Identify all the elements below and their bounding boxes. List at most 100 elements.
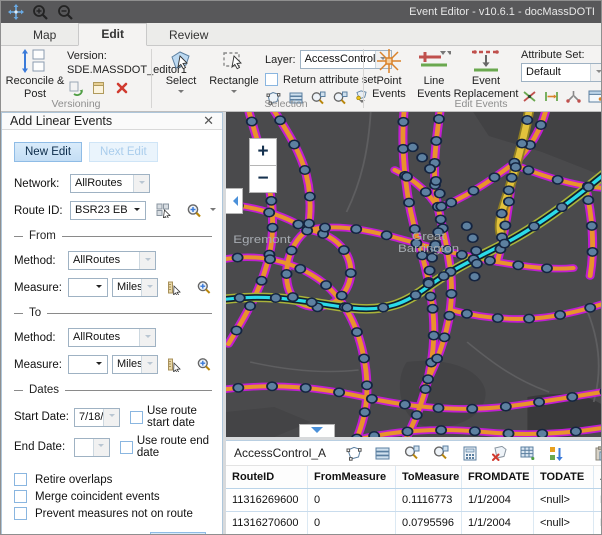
map-canvas[interactable]: Egremont Great Barrington + − bbox=[226, 112, 602, 437]
attribute-window-icon[interactable] bbox=[587, 88, 602, 104]
to-zoom-icon[interactable] bbox=[196, 357, 212, 373]
measure-offset-icon[interactable] bbox=[543, 88, 560, 104]
use-route-start-date-checkbox[interactable] bbox=[130, 411, 143, 424]
return-attribute-set-checkbox[interactable] bbox=[265, 73, 278, 86]
from-measure-dropdown[interactable] bbox=[68, 278, 108, 297]
table-pan-to-selected-icon[interactable] bbox=[431, 444, 450, 462]
col-routeid[interactable]: RouteID bbox=[226, 466, 308, 488]
new-version-icon[interactable] bbox=[90, 80, 107, 96]
title-bar: Event Editor - v10.6.1 - docMassDOTI bbox=[1, 1, 601, 23]
zoom-out-icon[interactable] bbox=[57, 4, 74, 21]
line-events-button[interactable]: Line Events bbox=[413, 48, 455, 100]
table-sort-icon[interactable] bbox=[547, 444, 566, 462]
ribbon-edit: Reconcile & Post Version: SDE.MASSDOT_ed… bbox=[1, 46, 601, 112]
event-replacement-icon bbox=[469, 48, 503, 74]
table-zoom-to-selected-icon[interactable] bbox=[402, 444, 421, 462]
to-measure-on-map-icon[interactable] bbox=[167, 357, 182, 373]
cell-frommeasure-2: 0 bbox=[308, 512, 396, 534]
tab-review[interactable]: Review bbox=[147, 25, 230, 46]
col-tomeasure[interactable]: ToMeasure bbox=[396, 466, 462, 488]
from-measure-caret-icon bbox=[91, 279, 107, 296]
reconcile-post-button[interactable]: Reconcile & Post bbox=[5, 48, 65, 100]
zoom-to-route-icon[interactable] bbox=[186, 203, 203, 219]
retire-overlaps-checkbox[interactable] bbox=[14, 473, 27, 486]
layer-label: Layer: bbox=[265, 54, 296, 66]
route-id-dropdown[interactable]: BSR23 EB bbox=[70, 201, 146, 220]
delete-version-icon[interactable] bbox=[113, 80, 130, 96]
select-label: Select bbox=[166, 75, 197, 88]
attribute-set-label: Attribute Set: bbox=[521, 49, 585, 61]
cell-routeid-1: 11316269600 bbox=[226, 489, 308, 511]
from-method-dropdown[interactable]: AllRoutes bbox=[68, 251, 156, 270]
zoom-options-caret-icon[interactable] bbox=[210, 208, 216, 214]
collapse-left-icon bbox=[228, 196, 238, 206]
col-fromdate[interactable]: FROMDATE bbox=[462, 466, 534, 488]
from-units-dropdown[interactable]: Miles bbox=[112, 278, 158, 297]
collapse-table-button[interactable] bbox=[299, 424, 335, 437]
end-date-dropdown[interactable] bbox=[74, 438, 110, 457]
to-units-dropdown[interactable]: Miles bbox=[112, 355, 158, 374]
next-edit-button[interactable]: Next Edit bbox=[89, 142, 158, 162]
route-id-label: Route ID: bbox=[14, 205, 66, 217]
rectangle-button[interactable]: Rectangle bbox=[207, 48, 261, 96]
to-method-caret-icon bbox=[139, 329, 155, 346]
network-dropdown[interactable]: AllRoutes bbox=[70, 174, 150, 193]
merge-coincident-events-checkbox[interactable] bbox=[14, 490, 27, 503]
select-route-on-map-icon[interactable] bbox=[156, 203, 172, 219]
prevent-measures-checkbox[interactable] bbox=[14, 507, 27, 520]
table-show-all-icon[interactable] bbox=[373, 444, 392, 462]
select-caret-icon bbox=[178, 90, 184, 96]
collapse-panel-button[interactable] bbox=[226, 188, 243, 214]
use-route-start-date-label: Use route start date bbox=[147, 405, 212, 429]
map-zoom-out-button[interactable]: − bbox=[249, 165, 277, 193]
to-method-dropdown[interactable]: AllRoutes bbox=[68, 328, 156, 347]
dates-section-label: Dates bbox=[29, 384, 59, 396]
start-date-dropdown[interactable]: 7/18/ bbox=[74, 408, 120, 427]
cell-frommeasure-1: 0 bbox=[308, 489, 396, 511]
zoom-in-icon[interactable] bbox=[32, 4, 49, 21]
cell-tomeasure-1: 0.1116773 bbox=[396, 489, 462, 511]
table-paste-icon[interactable] bbox=[592, 444, 602, 462]
col-accesscontrol[interactable]: AC bbox=[594, 466, 602, 488]
reconcile-icon[interactable] bbox=[67, 80, 84, 96]
close-icon[interactable]: ✕ bbox=[203, 113, 214, 129]
end-date-label: End Date: bbox=[14, 441, 70, 453]
select-button[interactable]: Select bbox=[158, 48, 204, 96]
attribute-set-dropdown[interactable]: Default bbox=[521, 63, 602, 82]
selectable-layers-icon[interactable] bbox=[353, 90, 370, 106]
pan-icon[interactable] bbox=[7, 4, 24, 21]
tab-edit[interactable]: Edit bbox=[78, 23, 147, 46]
table-clear-selection-icon[interactable] bbox=[489, 444, 508, 462]
rectangle-caret-icon bbox=[231, 90, 237, 96]
versioning-section-label: Versioning bbox=[21, 98, 131, 110]
use-route-end-date-checkbox[interactable] bbox=[120, 441, 133, 454]
point-events-button[interactable]: Point Events bbox=[369, 48, 409, 100]
grid-row-2[interactable]: 11316270600 0 0.0795596 1/1/2004 <null> … bbox=[226, 512, 602, 535]
table-select-features-icon[interactable] bbox=[344, 444, 363, 462]
grid-row-1[interactable]: 11316269600 0 0.1116773 1/1/2004 <null> … bbox=[226, 489, 602, 512]
line-events-icon bbox=[417, 48, 451, 74]
map-zoom-in-button[interactable]: + bbox=[249, 138, 277, 166]
tab-map[interactable]: Map bbox=[11, 25, 78, 46]
select-tool-icon bbox=[168, 48, 194, 74]
table-add-record-icon[interactable] bbox=[518, 444, 537, 462]
to-units-caret-icon bbox=[141, 356, 157, 373]
attribute-set-caret-icon bbox=[590, 64, 602, 81]
event-replacement-button[interactable]: Event Replacement bbox=[456, 48, 516, 100]
point-events-label: Point Events bbox=[369, 75, 409, 100]
table-calculator-icon[interactable] bbox=[460, 444, 479, 462]
from-measure-on-map-icon[interactable] bbox=[167, 280, 182, 296]
new-edit-button[interactable]: New Edit bbox=[14, 142, 82, 162]
col-frommeasure[interactable]: FromMeasure bbox=[308, 466, 396, 488]
event-replacement-label: Event Replacement bbox=[454, 75, 519, 100]
merge-events-icon[interactable] bbox=[565, 88, 582, 104]
grid-header-row: RouteID FromMeasure ToMeasure FROMDATE T… bbox=[226, 466, 602, 489]
to-measure-dropdown[interactable] bbox=[68, 355, 108, 374]
from-section-label: From bbox=[29, 230, 56, 242]
to-section-label: To bbox=[29, 307, 41, 319]
prevent-measures-label: Prevent measures not on route bbox=[35, 508, 193, 520]
from-zoom-icon[interactable] bbox=[196, 280, 212, 296]
event-table-panel: AccessControl_A bbox=[226, 440, 602, 535]
event-editor-window: Event Editor - v10.6.1 - docMassDOTI Map… bbox=[0, 0, 602, 535]
col-todate[interactable]: TODATE bbox=[534, 466, 594, 488]
